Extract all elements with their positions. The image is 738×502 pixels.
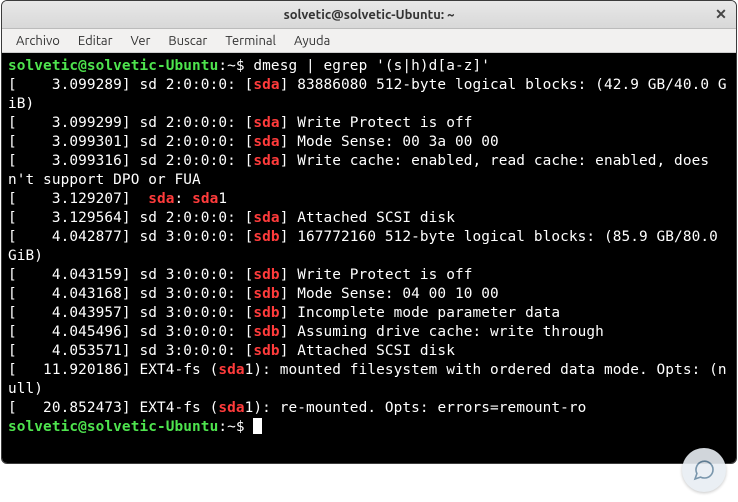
titlebar: solvetic@solvetic-Ubuntu: ~ ✕ [2, 1, 736, 29]
menu-ayuda[interactable]: Ayuda [286, 32, 338, 50]
menu-editar[interactable]: Editar [70, 32, 121, 50]
terminal-body[interactable]: solvetic@solvetic-Ubuntu:~$ dmesg | egre… [2, 53, 736, 463]
terminal-window: solvetic@solvetic-Ubuntu: ~ ✕ Archivo Ed… [1, 0, 737, 464]
menubar: Archivo Editar Ver Buscar Terminal Ayuda [2, 29, 736, 53]
chat-bubble-icon[interactable] [682, 448, 726, 492]
cursor [253, 418, 262, 434]
menu-ver[interactable]: Ver [123, 32, 159, 50]
window-title: solvetic@solvetic-Ubuntu: ~ [284, 8, 455, 22]
menu-buscar[interactable]: Buscar [160, 32, 215, 50]
close-icon[interactable]: ✕ [712, 6, 730, 24]
menu-archivo[interactable]: Archivo [8, 32, 68, 50]
menu-terminal[interactable]: Terminal [217, 32, 284, 50]
